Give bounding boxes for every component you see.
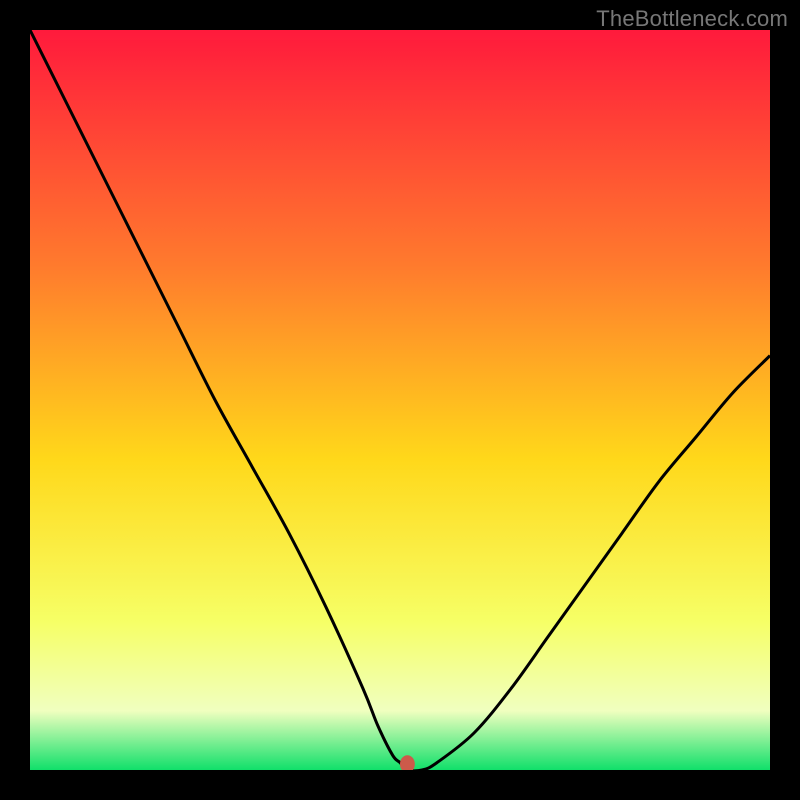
curve-path [30, 30, 770, 770]
watermark-text: TheBottleneck.com [596, 6, 788, 32]
plot-area [30, 30, 770, 770]
bottleneck-curve [30, 30, 770, 770]
minimum-marker-icon [400, 755, 415, 770]
chart-frame: TheBottleneck.com [0, 0, 800, 800]
